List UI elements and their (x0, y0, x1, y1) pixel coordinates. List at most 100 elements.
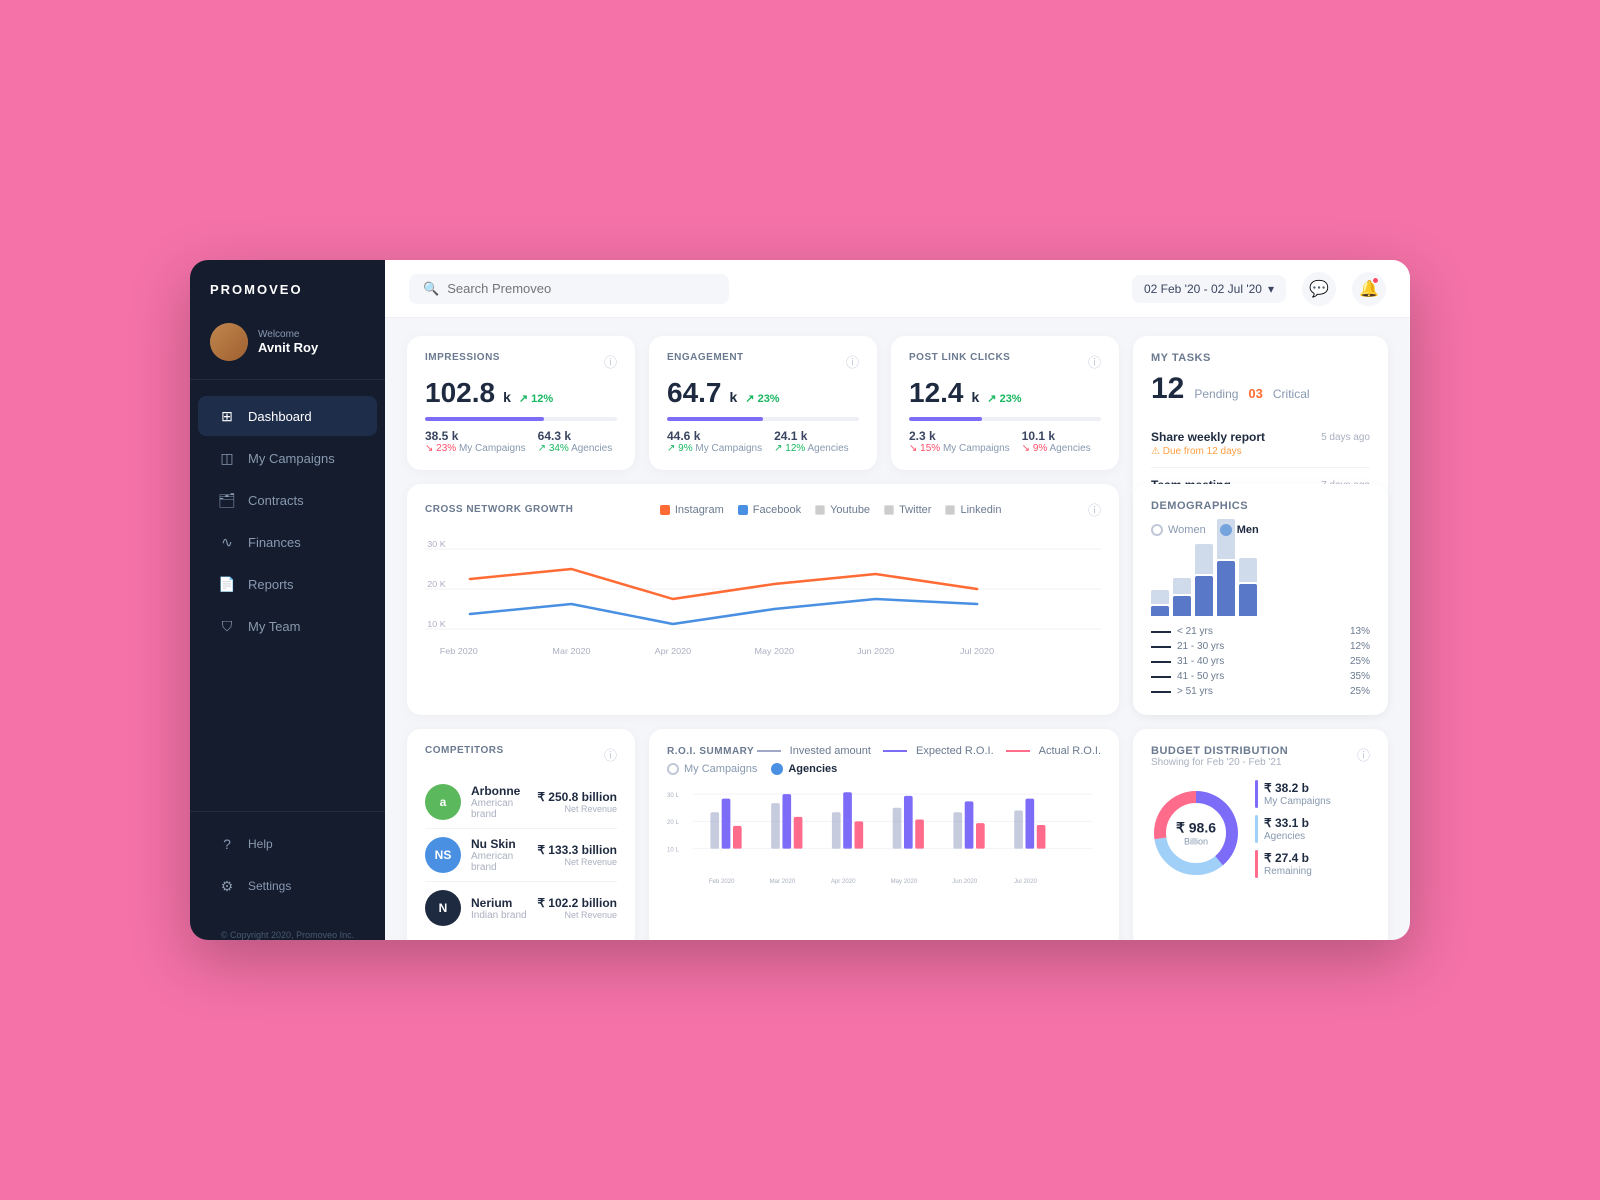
tab-women[interactable]: Women (1151, 524, 1206, 536)
svg-text:30 K: 30 K (427, 539, 446, 548)
svg-text:10 K: 10 K (427, 619, 446, 628)
impressions-card: IMPRESSIONS ⓘ 102.8 k ↗ 12% 38.5 k ↘ 23%… (407, 336, 635, 470)
plc-value: 12.4 (909, 377, 964, 409)
plc-info-icon[interactable]: ⓘ (1088, 352, 1101, 371)
demo-row: > 51 yrs 25% (1151, 684, 1370, 699)
sidebar-item-label: Reports (248, 577, 294, 592)
sidebar-item-label: Finances (248, 535, 301, 550)
roi-card: R.O.I. SUMMARY Invested amount Expected … (649, 729, 1119, 940)
plc-sub1-value: 2.3 k (909, 429, 1010, 443)
task-name: Share weekly report (1151, 430, 1265, 444)
budget-amount-0: ₹ 38.2 b (1264, 781, 1331, 795)
sidebar-item-contracts[interactable]: 🗂Contracts (198, 480, 377, 520)
plc-sub2-value: 10.1 k (1022, 429, 1091, 443)
comp-logo-nuskin: NS (425, 837, 461, 873)
tasks-critical-count: 03 (1248, 386, 1262, 401)
plc-sub2-label: Agencies (1050, 443, 1091, 454)
search-icon: 🔍 (423, 281, 439, 297)
sidebar-item-label: Dashboard (248, 409, 312, 424)
svg-text:10 L: 10 L (667, 846, 679, 853)
eng-sub2-value: 24.1 k (774, 429, 849, 443)
sidebar-item-label: Settings (248, 879, 291, 893)
sidebar-item-help[interactable]: ?Help (198, 824, 377, 864)
svg-text:Jul 2020: Jul 2020 (960, 646, 994, 655)
eng-sub1-pct: ↗ 9% (667, 443, 693, 454)
imp-sub2-label: Agencies (571, 443, 612, 454)
budget-card: BUDGET DISTRIBUTION Showing for Feb '20 … (1133, 729, 1388, 940)
engagement-unit: k (730, 389, 738, 405)
notifications-icon[interactable]: 🔔 (1352, 272, 1386, 306)
svg-text:Jun 2020: Jun 2020 (857, 646, 894, 655)
budget-row: ₹ 27.4 b Remaining (1255, 850, 1370, 878)
sidebar-item-reports[interactable]: 📄Reports (198, 564, 377, 604)
impressions-title: IMPRESSIONS (425, 352, 500, 363)
svg-text:Apr 2020: Apr 2020 (831, 878, 856, 885)
imp-sub2-value: 64.3 k (538, 429, 613, 443)
demo-pct-4: 25% (1350, 686, 1370, 697)
budget-unit: Billion (1176, 836, 1216, 846)
comp-label-2: Net Revenue (537, 910, 617, 920)
budget-label-1: Agencies (1264, 831, 1305, 842)
demo-row: 21 - 30 yrs 12% (1151, 639, 1370, 654)
demo-label-4: > 51 yrs (1177, 686, 1213, 697)
roi-legend-0: Invested amount (790, 745, 871, 757)
impressions-unit: k (503, 389, 511, 405)
main-content: 🔍 02 Feb '20 - 02 Jul '20 ▾ 💬 🔔 IMPRESSI… (385, 260, 1410, 940)
app-shell: PROMOVEO Welcome Avnit Roy ⊞Dashboard◫My… (190, 260, 1410, 940)
engagement-value: 64.7 (667, 377, 722, 409)
budget-donut: ₹ 98.6 Billion (1151, 788, 1241, 878)
messages-icon[interactable]: 💬 (1302, 272, 1336, 306)
plc-title: POST LINK CLICKS (909, 352, 1010, 363)
sidebar-item-label: Help (248, 837, 273, 851)
legend-twitter: Twitter (899, 504, 931, 516)
tasks-pending-label: Pending (1194, 387, 1238, 401)
eng-sub1-label: My Campaigns (695, 443, 762, 454)
sidebar-item-dashboard[interactable]: ⊞Dashboard (198, 396, 377, 436)
competitors-info-icon[interactable]: ⓘ (604, 745, 617, 764)
demo-pct-3: 35% (1350, 671, 1370, 682)
sidebar-item-label: Contracts (248, 493, 304, 508)
task-time: 5 days ago (1321, 432, 1370, 443)
impressions-info-icon[interactable]: ⓘ (604, 352, 617, 371)
svg-text:30 L: 30 L (667, 792, 679, 799)
roi-tab-campaigns[interactable]: My Campaigns (667, 763, 757, 775)
legend-facebook: Facebook (753, 504, 801, 516)
search-bar[interactable]: 🔍 (409, 274, 729, 304)
budget-info-icon[interactable]: ⓘ (1357, 745, 1370, 764)
budget-legend: ₹ 38.2 b My Campaigns ₹ 33.1 b Agencies (1255, 780, 1370, 885)
competitor-item: a Arbonne American brand ₹ 250.8 billion… (425, 776, 617, 829)
roi-legend: Invested amount Expected R.O.I. Actual R… (757, 745, 1101, 757)
sidebar-item-myteam[interactable]: ⛉My Team (198, 606, 377, 646)
user-info: Welcome Avnit Roy (258, 329, 318, 355)
svg-text:Mar 2020: Mar 2020 (552, 646, 590, 655)
sidebar-item-finances[interactable]: ∿Finances (198, 522, 377, 562)
plc-pct: ↗ 23% (987, 392, 1021, 405)
chart-legend: Instagram Facebook Youtube Twitter Linke… (660, 504, 1002, 516)
imp-sub1-value: 38.5 k (425, 429, 526, 443)
demo-row: 41 - 50 yrs 35% (1151, 669, 1370, 684)
budget-label-0: My Campaigns (1264, 796, 1331, 807)
roi-tab-label-0: My Campaigns (684, 763, 757, 775)
sidebar-item-campaigns[interactable]: ◫My Campaigns (198, 438, 377, 478)
svg-text:May 2020: May 2020 (891, 878, 918, 885)
date-range-button[interactable]: 02 Feb '20 - 02 Jul '20 ▾ (1132, 275, 1286, 303)
sidebar-item-label: My Team (248, 619, 301, 634)
plc-sub1-label: My Campaigns (943, 443, 1010, 454)
logo: PROMOVEO (190, 260, 385, 313)
search-input[interactable] (447, 281, 715, 296)
demographics-card: DEMOGRAPHICS Women Men (1133, 484, 1388, 715)
topbar: 🔍 02 Feb '20 - 02 Jul '20 ▾ 💬 🔔 (385, 260, 1410, 318)
chart-info-icon[interactable]: ⓘ (1088, 500, 1101, 519)
roi-tab-agencies[interactable]: Agencies (771, 763, 837, 775)
budget-amount-2: ₹ 27.4 b (1264, 851, 1312, 865)
engagement-info-icon[interactable]: ⓘ (846, 352, 859, 371)
roi-title: R.O.I. SUMMARY (667, 746, 754, 757)
svg-text:20 L: 20 L (667, 819, 679, 826)
user-welcome: Welcome (258, 329, 318, 340)
demo-label-3: 41 - 50 yrs (1177, 671, 1224, 682)
sidebar-item-settings[interactable]: ⚙Settings (198, 866, 377, 906)
demo-pct-0: 13% (1350, 626, 1370, 637)
competitor-item: NS Nu Skin American brand ₹ 133.3 billio… (425, 829, 617, 882)
engagement-card: ENGAGEMENT ⓘ 64.7 k ↗ 23% 44.6 k ↗ 9% My… (649, 336, 877, 470)
eng-sub2-pct: ↗ 12% (774, 443, 805, 454)
